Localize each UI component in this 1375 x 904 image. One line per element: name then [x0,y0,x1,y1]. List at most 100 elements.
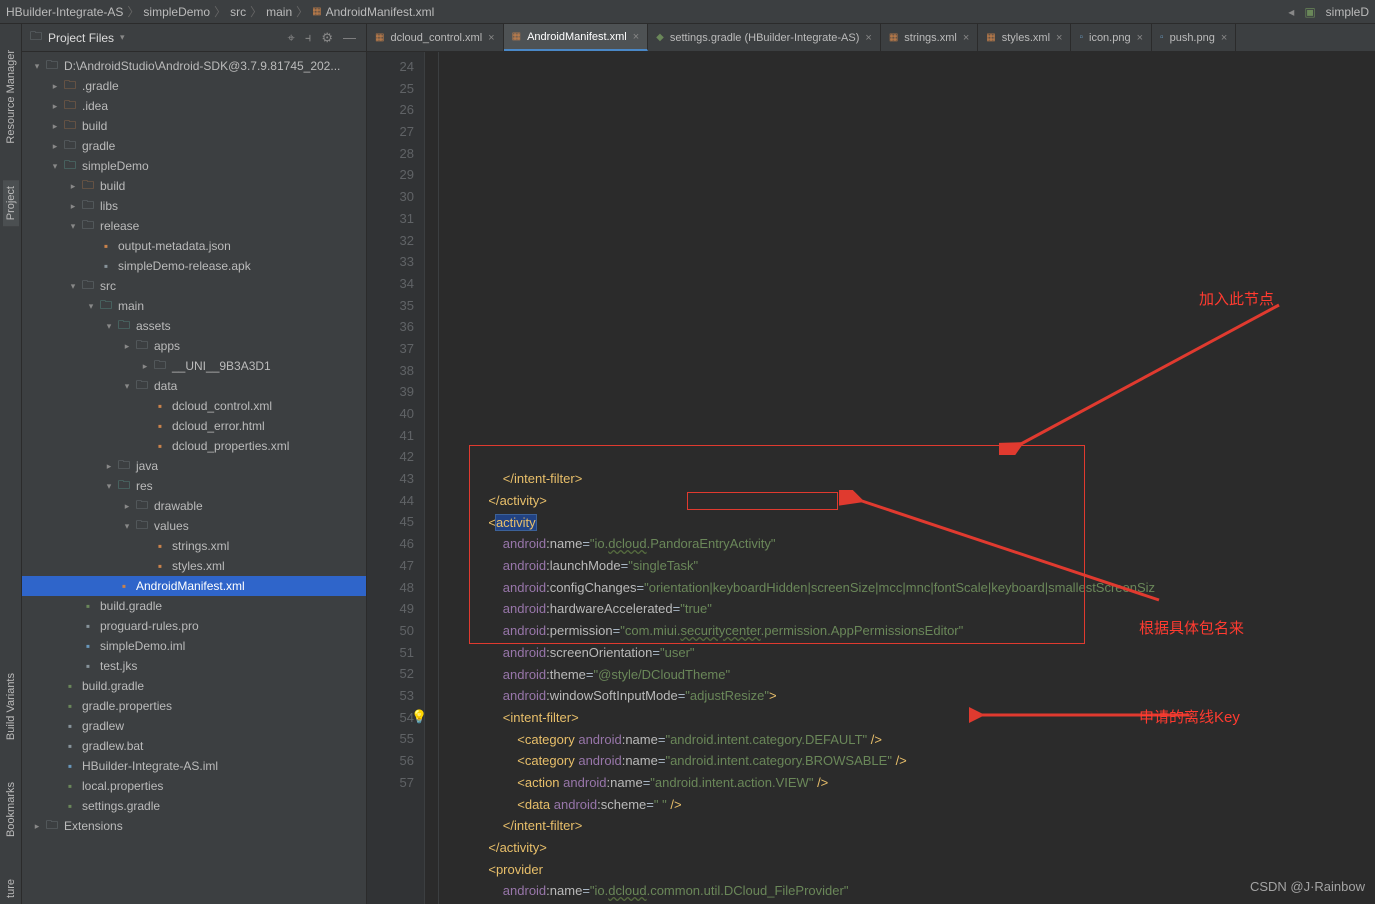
close-icon[interactable]: × [488,32,494,44]
tree-arrow-icon[interactable]: ▸ [48,101,62,112]
tree-item[interactable]: ▸🗀.gradle [22,76,366,96]
code-line[interactable]: <activity [439,512,1375,534]
code-line[interactable]: android:hardwareAccelerated="true" [439,598,1375,620]
code-line[interactable]: <category android:name="android.intent.c… [439,750,1375,772]
code-line[interactable]: android:name="io.dcloud.common.util.DClo… [439,880,1375,902]
tree-item[interactable]: ▪settings.gradle [22,796,366,816]
code-line[interactable]: </intent-filter> [439,815,1375,837]
tree-item[interactable]: ▸🗀.idea [22,96,366,116]
code-line[interactable]: android:screenOrientation="user" [439,642,1375,664]
tree-item[interactable]: ▪build.gradle [22,676,366,696]
tree-arrow-icon[interactable]: ▸ [66,181,80,192]
editor-tab[interactable]: ◆settings.gradle (HBuilder-Integrate-AS)… [648,24,881,51]
tree-item[interactable]: ▾🗀release [22,216,366,236]
close-icon[interactable]: × [1056,32,1062,44]
code-line[interactable]: </activity> [439,837,1375,859]
chevron-down-icon[interactable]: ▾ [120,32,125,43]
tree-item[interactable]: ▾🗀data [22,376,366,396]
breadcrumb-item[interactable]: src [230,5,246,19]
tree-item[interactable]: ▾🗀simpleDemo [22,156,366,176]
close-icon[interactable]: × [633,31,639,43]
project-panel-title[interactable]: Project Files [48,31,114,45]
tree-arrow-icon[interactable]: ▸ [120,501,134,512]
tree-item[interactable]: ▾🗀main [22,296,366,316]
tree-arrow-icon[interactable]: ▸ [48,81,62,92]
resource-manager-tab[interactable]: Resource Manager [3,44,19,150]
bookmarks-tab[interactable]: Bookmarks [3,776,19,843]
tree-arrow-icon[interactable]: ▸ [138,361,152,372]
tree-item[interactable]: ▾🗀res [22,476,366,496]
tree-item[interactable]: ▸🗀__UNI__9B3A3D1 [22,356,366,376]
project-tab[interactable]: Project [3,180,19,226]
tree-item[interactable]: ▪dcloud_properties.xml [22,436,366,456]
tree-arrow-icon[interactable]: ▾ [120,381,134,392]
tree-item[interactable]: ▪test.jks [22,656,366,676]
tree-arrow-icon[interactable]: ▸ [120,341,134,352]
editor-tab[interactable]: ▦dcloud_control.xml× [367,24,504,51]
tree-item[interactable]: ▪local.properties [22,776,366,796]
code-line[interactable]: </activity> [439,490,1375,512]
tree-item[interactable]: ▪output-metadata.json [22,236,366,256]
tree-item[interactable]: ▪HBuilder-Integrate-AS.iml [22,756,366,776]
tree-item[interactable]: ▪gradle.properties [22,696,366,716]
tree-item[interactable]: ▸🗀drawable [22,496,366,516]
code-line[interactable]: <data android:scheme=" " /> [439,794,1375,816]
code-line[interactable]: android:theme="@style/DCloudTheme" [439,664,1375,686]
tree-item[interactable]: ▪styles.xml [22,556,366,576]
close-icon[interactable]: × [963,32,969,44]
editor-tab[interactable]: ▫icon.png× [1071,24,1152,51]
tree-arrow-icon[interactable]: ▸ [66,201,80,212]
select-opened-file-icon[interactable]: ⌖ [286,30,297,46]
tree-arrow-icon[interactable]: ▸ [30,821,44,832]
tree-item[interactable]: ▾🗀D:\AndroidStudio\Android-SDK@3.7.9.817… [22,56,366,76]
back-icon[interactable]: ◂ [1288,5,1294,19]
editor-tab[interactable]: ▦AndroidManifest.xml× [504,24,649,51]
tree-item[interactable]: ▪strings.xml [22,536,366,556]
tree-item[interactable]: ▸🗀java [22,456,366,476]
tree-arrow-icon[interactable]: ▾ [66,281,80,292]
code-line[interactable]: android:name="io.dcloud.PandoraEntryActi… [439,533,1375,555]
tree-arrow-icon[interactable]: ▾ [120,521,134,532]
code-line[interactable]: <action android:name="android.intent.act… [439,772,1375,794]
tree-item[interactable]: ▸🗀libs [22,196,366,216]
tree-arrow-icon[interactable]: ▾ [102,481,116,492]
hide-icon[interactable]: — [341,30,358,45]
project-tree[interactable]: ▾🗀D:\AndroidStudio\Android-SDK@3.7.9.817… [22,52,366,904]
breadcrumb-item[interactable]: simpleDemo [143,5,210,19]
code-line[interactable]: </intent-filter> [439,468,1375,490]
code-line[interactable]: android:windowSoftInputMode="adjustResiz… [439,685,1375,707]
tree-arrow-icon[interactable]: ▸ [102,461,116,472]
run-config-selector[interactable]: simpleD [1326,5,1369,19]
tree-item[interactable]: ▸🗀apps [22,336,366,356]
breadcrumb-item[interactable]: AndroidManifest.xml [326,5,435,19]
close-icon[interactable]: × [1221,32,1227,44]
expand-all-icon[interactable]: ⫞ [303,30,314,46]
code-line[interactable]: android:permission="com.miui.securitycen… [439,620,1375,642]
tree-arrow-icon[interactable]: ▸ [48,141,62,152]
editor-tab[interactable]: ▦styles.xml× [978,24,1071,51]
tree-item[interactable]: ▪simpleDemo-release.apk [22,256,366,276]
settings-icon[interactable]: ⚙ [319,30,335,46]
tree-arrow-icon[interactable]: ▸ [48,121,62,132]
tree-arrow-icon[interactable]: ▾ [66,221,80,232]
fold-column[interactable] [425,52,439,904]
tree-item[interactable]: ▸🗀Extensions [22,816,366,836]
structure-tab[interactable]: ture [3,873,19,904]
tree-arrow-icon[interactable]: ▾ [30,61,44,72]
tree-item[interactable]: ▪AndroidManifest.xml [22,576,366,596]
intention-bulb-icon[interactable]: 💡 [411,709,427,725]
tree-item[interactable]: ▪gradlew.bat [22,736,366,756]
tree-item[interactable]: ▸🗀gradle [22,136,366,156]
editor-tab[interactable]: ▫push.png× [1152,24,1236,51]
tree-item[interactable]: ▸🗀build [22,176,366,196]
tree-item[interactable]: ▪dcloud_control.xml [22,396,366,416]
close-icon[interactable]: × [865,32,871,44]
tree-item[interactable]: ▪dcloud_error.html [22,416,366,436]
tree-item[interactable]: ▾🗀values [22,516,366,536]
tree-item[interactable]: ▪gradlew [22,716,366,736]
breadcrumb-item[interactable]: HBuilder-Integrate-AS [6,5,123,19]
code-line[interactable]: android:launchMode="singleTask" [439,555,1375,577]
editor-body[interactable]: 2425262728293031323334353637383940414243… [367,52,1375,904]
editor-tab[interactable]: ▦strings.xml× [881,24,978,51]
tree-arrow-icon[interactable]: ▾ [48,161,62,172]
